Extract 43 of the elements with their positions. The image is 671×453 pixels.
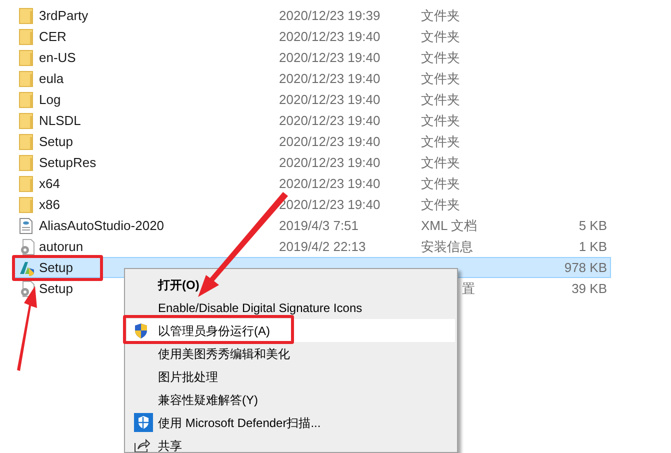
modified-date: 2020/12/23 19:40 (279, 48, 380, 67)
file-name: autorun (39, 238, 84, 256)
file-name: eula (39, 70, 64, 88)
file-type: 文件夹 (421, 48, 460, 67)
modified-date: 2020/12/23 19:40 (279, 132, 380, 151)
modified-date: 2020/12/23 19:40 (279, 28, 380, 46)
file-size: 5 KB (578, 216, 607, 235)
file-type: 文件夹 (421, 28, 460, 46)
file-name: x64 (39, 174, 60, 193)
file-size: 978 KB (563, 258, 607, 277)
file-name: 3rdParty (39, 6, 88, 25)
file-size: 39 KB (570, 280, 607, 298)
file-type: 文件夹 (421, 112, 460, 130)
modified-date: 2020/12/23 19:40 (279, 90, 380, 109)
modified-date: 2020/12/23 19:39 (279, 6, 380, 25)
file-name: en-US (39, 48, 76, 67)
file-type: 置 (462, 280, 475, 298)
file-name: x86 (39, 196, 60, 214)
modified-date: 2019/4/3 7:51 (279, 216, 359, 235)
file-type: 文件夹 (421, 132, 460, 151)
modified-date: 2020/12/23 19:40 (279, 174, 380, 193)
file-type: 文件夹 (421, 174, 460, 193)
file-name: Setup (39, 258, 73, 277)
modified-date: 2020/12/23 19:40 (279, 112, 380, 130)
modified-date: 2019/4/2 22:13 (279, 238, 366, 256)
file-name: AliasAutoStudio-2020 (39, 216, 164, 235)
file-type: XML 文档 (421, 216, 477, 235)
file-type: 文件夹 (421, 90, 460, 109)
modified-date: 2020/12/23 19:40 (279, 154, 380, 172)
file-type: 文件夹 (421, 154, 460, 172)
file-type: 文件夹 (421, 196, 460, 214)
file-type: 安装信息 (421, 238, 473, 256)
file-name: CER (39, 28, 66, 46)
file-name: Setup (39, 132, 73, 151)
file-type: 文件夹 (421, 6, 460, 25)
modified-date: 2020/12/23 19:40 (279, 196, 380, 214)
file-name: Log (39, 90, 61, 109)
file-size: 1 KB (578, 238, 607, 256)
file-name: SetupRes (39, 154, 96, 172)
file-type: 文件夹 (421, 70, 460, 88)
modified-date: 2020/12/23 19:40 (279, 70, 380, 88)
file-name: NLSDL (39, 112, 81, 130)
file-name: Setup (39, 280, 73, 298)
